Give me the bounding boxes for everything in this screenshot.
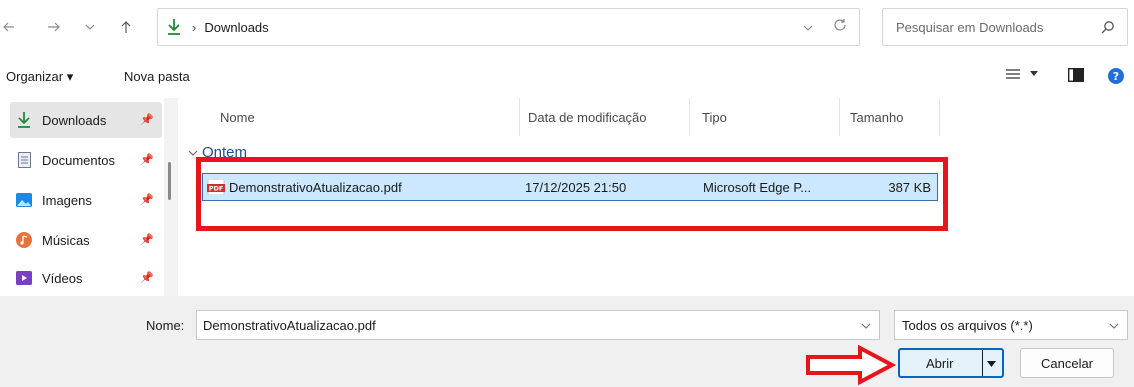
chevron-down-icon <box>987 361 996 367</box>
sidebar-item-images[interactable]: Imagens 📌 <box>10 182 162 218</box>
chevron-down-icon <box>861 323 871 329</box>
command-bar: Organizar ▾ Nova pasta ? <box>0 58 1134 98</box>
up-arrow-icon <box>121 21 131 33</box>
column-header-modified[interactable]: Data de modificação <box>518 98 690 136</box>
chevron-down-icon <box>1109 323 1119 329</box>
sidebar-item-downloads[interactable]: Downloads 📌 <box>10 102 162 138</box>
documents-icon <box>16 152 32 168</box>
pin-icon: 📌 <box>140 194 154 206</box>
search-input[interactable]: Pesquisar em Downloads <box>896 20 1043 35</box>
navigation-pane: Downloads 📌 Documentos 📌 Imagens 📌 Músic… <box>0 98 178 296</box>
file-type-filter[interactable]: Todos os arquivos (*.*) <box>894 310 1128 340</box>
list-view-icon <box>1006 69 1020 79</box>
breadcrumb-downloads[interactable]: Downloads <box>204 20 268 35</box>
chevron-down-icon <box>85 24 95 30</box>
file-name-label: Nome: <box>146 318 185 333</box>
address-history-button[interactable] <box>803 20 813 35</box>
pin-icon: 📌 <box>140 272 154 284</box>
chevron-down-icon <box>803 25 813 31</box>
breadcrumb-separator: › <box>192 19 197 35</box>
preview-pane-icon <box>1068 68 1084 82</box>
preview-pane-button[interactable] <box>1068 68 1084 82</box>
sidebar-scrollbar-thumb[interactable] <box>168 162 171 200</box>
sidebar-item-label: Vídeos <box>42 270 83 286</box>
open-options-dropdown[interactable] <box>987 357 996 372</box>
file-type-filter-value: Todos os arquivos (*.*) <box>902 317 1033 333</box>
chevron-down-icon <box>1030 71 1038 76</box>
organize-menu[interactable]: Organizar ▾ <box>6 69 73 85</box>
videos-icon <box>16 270 32 286</box>
open-button-label: Abrir <box>926 356 954 371</box>
sidebar-item-label: Documentos <box>42 152 115 168</box>
address-bar[interactable]: › Downloads <box>157 8 860 46</box>
sidebar-scrollbar[interactable] <box>164 98 178 296</box>
pin-icon: 📌 <box>140 154 154 166</box>
file-type-dropdown[interactable] <box>1109 318 1119 333</box>
open-button-divider <box>982 350 983 376</box>
sidebar-item-documents[interactable]: Documentos 📌 <box>10 142 162 178</box>
file-name-dropdown[interactable] <box>861 318 871 333</box>
up-button[interactable] <box>116 16 136 38</box>
pin-icon: 📌 <box>140 234 154 246</box>
dialog-footer: Nome: DemonstrativoAtualizacao.pdf Todos… <box>0 296 1134 387</box>
refresh-button[interactable] <box>833 18 847 35</box>
help-button[interactable]: ? <box>1108 68 1124 84</box>
sidebar-item-label: Músicas <box>42 232 90 248</box>
file-name-value: DemonstrativoAtualizacao.pdf <box>203 317 376 333</box>
images-icon <box>16 192 32 208</box>
back-button[interactable] <box>2 16 16 38</box>
recent-locations-button[interactable] <box>80 16 100 38</box>
forward-arrow-icon <box>48 22 60 32</box>
svg-text:?: ? <box>1113 70 1119 83</box>
back-arrow-icon <box>3 22 14 32</box>
chevron-down-icon <box>188 150 198 156</box>
navigation-bar: › Downloads Pesquisar em Downloads <box>0 0 1134 56</box>
annotation-highlight-box <box>196 157 948 231</box>
column-header-type[interactable]: Tipo <box>692 98 840 136</box>
column-header-name[interactable]: Nome <box>210 98 520 136</box>
search-box[interactable]: Pesquisar em Downloads <box>882 8 1128 46</box>
refresh-icon <box>834 19 846 31</box>
pin-icon: 📌 <box>140 114 154 126</box>
file-name-input[interactable]: DemonstrativoAtualizacao.pdf <box>196 310 880 340</box>
help-icon: ? <box>1108 68 1124 84</box>
sidebar-item-music[interactable]: Músicas 📌 <box>10 222 162 258</box>
column-header-size[interactable]: Tamanho <box>840 98 940 136</box>
sidebar-item-label: Downloads <box>42 112 107 128</box>
forward-button[interactable] <box>44 16 64 38</box>
sidebar-item-label: Imagens <box>42 192 92 208</box>
open-button[interactable]: Abrir <box>898 348 1004 378</box>
view-options-button[interactable] <box>1006 68 1038 80</box>
cancel-button[interactable]: Cancelar <box>1020 348 1114 378</box>
sidebar-item-videos[interactable]: Vídeos 📌 <box>10 260 162 296</box>
annotation-arrow-icon <box>806 345 896 385</box>
new-folder-button[interactable]: Nova pasta <box>124 69 190 84</box>
search-icon[interactable] <box>1101 20 1115 37</box>
download-icon <box>166 18 182 36</box>
download-icon <box>16 112 32 128</box>
music-icon <box>16 232 32 248</box>
